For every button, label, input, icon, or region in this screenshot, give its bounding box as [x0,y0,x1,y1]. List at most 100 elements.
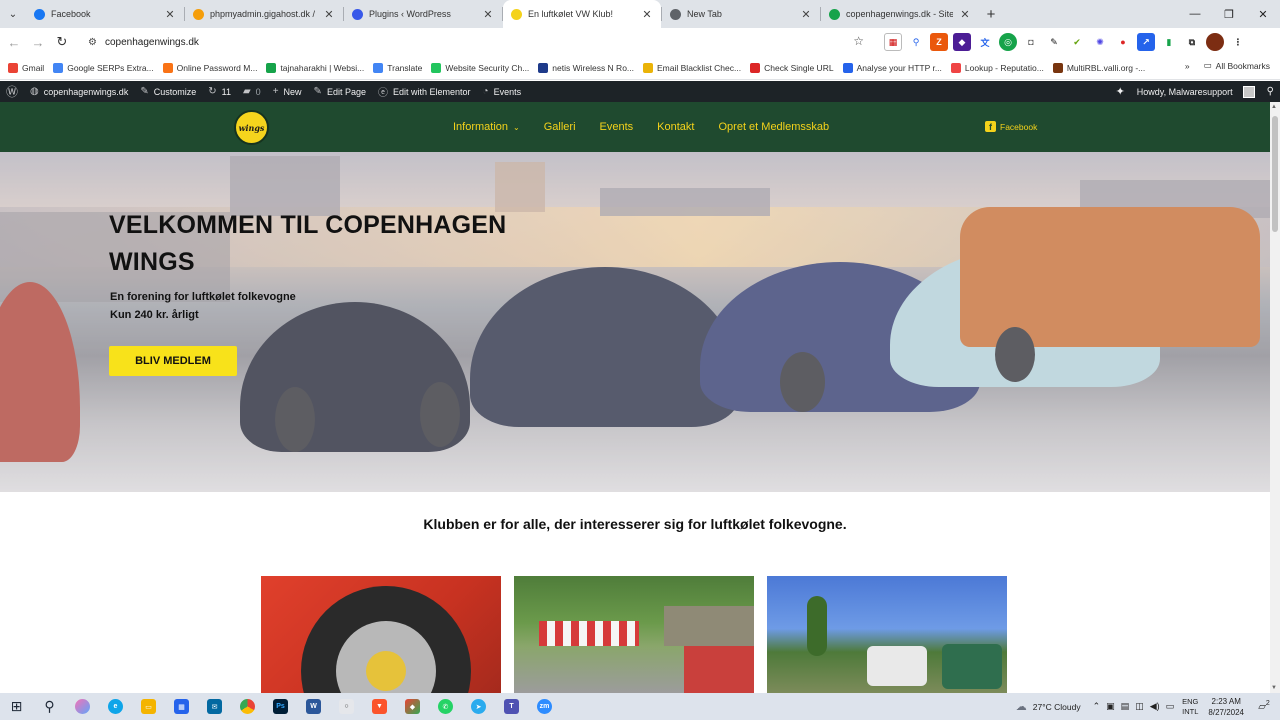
extension-icon[interactable]: ▦ [884,33,902,51]
minimize-button[interactable]: — [1178,0,1212,28]
camera-extension-icon[interactable]: ◘ [1022,33,1040,51]
site-logo[interactable]: wings [234,110,269,145]
profile-avatar[interactable] [1206,33,1224,51]
bookmark-item[interactable]: Gmail [8,62,44,73]
tab-search-button[interactable]: ⌄ [0,0,26,28]
scroll-down-icon[interactable]: ▼ [1271,685,1277,691]
tab-close-icon[interactable]: ✕ [800,8,812,21]
wp-events-link[interactable]: ◔ Events [477,81,528,102]
bookmark-item[interactable]: netis Wireless N Ro... [538,62,634,73]
file-explorer-icon[interactable]: ▭ [132,693,165,720]
wp-customize-link[interactable]: ✎ Customize [134,81,202,102]
browser-tab[interactable]: Facebook ✕ [26,0,184,28]
extension-icon[interactable]: Z [930,33,948,51]
close-window-button[interactable]: ✕ [1246,0,1280,28]
bookmark-item[interactable]: Google SERPs Extra... [53,62,154,73]
page-scrollbar[interactable]: ▲ ▼ [1270,102,1280,693]
edge-icon[interactable]: e [99,693,132,720]
extension-icon[interactable]: ✺ [1091,33,1109,51]
extension-icon[interactable]: ● [1114,33,1132,51]
bookmark-item[interactable]: Analyse your HTTP r... [842,62,942,73]
wp-account-menu[interactable]: Howdy, Malwaresupport [1131,81,1261,102]
forward-button[interactable]: → [26,30,50,54]
bookmark-item[interactable]: Lookup - Reputatio... [950,62,1044,73]
join-button[interactable]: BLIV MEDLEM [109,346,237,376]
tab-close-icon[interactable]: ✕ [164,8,176,21]
clock[interactable]: 2:23 AM 8/27/2024 [1208,696,1244,718]
start-button[interactable]: ⊞ [0,693,33,720]
tray-app-icon[interactable]: ▣ [1106,701,1115,712]
volume-icon[interactable]: ◀) [1150,701,1160,712]
bookmark-item[interactable]: MultiRBL.valli.org -... [1052,62,1145,73]
menu-item-galleri[interactable]: Galleri [544,121,576,133]
gallery-image-meetup[interactable] [767,576,1007,693]
taskbar-search-icon[interactable]: ⚲ [33,693,66,720]
copilot-icon[interactable] [66,693,99,720]
reload-button[interactable]: ↻ [50,30,74,54]
battery-icon[interactable]: ▭ [1166,701,1175,712]
more-bookmarks-chevron-icon[interactable]: » [1185,61,1190,71]
wp-site-link[interactable]: ◍ copenhagenwings.dk [24,81,134,102]
brave-icon[interactable]: ▼ [363,693,396,720]
extension-icon[interactable]: ⚲ [907,33,925,51]
chevron-up-icon[interactable]: ⌃ [1093,701,1101,712]
wp-elementor-link[interactable]: ⓔ Edit with Elementor [372,81,477,102]
facebook-link[interactable]: f Facebook [985,121,1037,132]
extension-icon[interactable]: ↗ [1137,33,1155,51]
translate-extension-icon[interactable]: 文 [976,33,994,51]
chrome-icon[interactable] [231,693,264,720]
mail-icon[interactable]: ✉ [198,693,231,720]
network-icon[interactable]: ◫ [1135,701,1144,712]
extension-icon[interactable]: ◆ [953,33,971,51]
gallery-image-market[interactable] [514,576,754,693]
restore-button[interactable]: ❐ [1212,0,1246,28]
scrollbar-thumb[interactable] [1272,116,1278,232]
menu-item-events[interactable]: Events [600,121,634,133]
bookmark-star-icon[interactable]: ☆ [853,34,864,48]
tab-close-icon[interactable]: ✕ [323,8,335,21]
browser-tab[interactable]: phpmyadmin.gigahost.dk / my: ✕ [185,0,343,28]
app-icon[interactable]: ○ [330,693,363,720]
menu-item-kontakt[interactable]: Kontakt [657,121,694,133]
wp-edit-page-link[interactable]: ✎ Edit Page [308,81,372,102]
bookmark-item[interactable]: Check Single URL [750,62,834,73]
ai-sparkle-icon[interactable]: ✦ [1110,81,1131,102]
language-indicator[interactable]: ENG INTL [1182,697,1198,717]
address-bar[interactable]: ⚙ copenhagenwings.dk ☆ [80,30,870,54]
tab-close-icon[interactable]: ✕ [482,8,494,21]
teams-icon[interactable]: T [495,693,528,720]
bookmark-item[interactable]: Website Security Ch... [431,62,529,73]
bookmark-item[interactable]: Online Password M... [162,62,257,73]
wp-new-link[interactable]: + New [267,81,308,102]
weather-widget[interactable]: ☁ 27°C Cloudy [1016,700,1081,713]
extension-icon[interactable]: ◎ [999,33,1017,51]
browser-tab[interactable]: New Tab ✕ [662,0,820,28]
wordpress-logo-icon[interactable]: Ⓦ [0,81,24,102]
browser-tab[interactable]: Plugins ‹ WordPress ✕ [344,0,502,28]
gallery-image-wheel[interactable] [261,576,501,693]
whatsapp-icon[interactable]: ✆ [429,693,462,720]
back-button[interactable]: ← [2,30,26,54]
photoshop-icon[interactable]: Ps [264,693,297,720]
word-icon[interactable]: W [297,693,330,720]
extensions-puzzle-icon[interactable]: ⧉ [1183,33,1201,51]
tab-close-icon[interactable]: ✕ [641,8,653,21]
extension-icon[interactable]: ✔ [1068,33,1086,51]
bookmark-item[interactable]: Translate [373,62,422,73]
maps-icon[interactable]: ◆ [396,693,429,720]
bookmark-item[interactable]: Email Blacklist Chec... [643,62,741,73]
store-icon[interactable]: ▦ [165,693,198,720]
pen-extension-icon[interactable]: ✎ [1045,33,1063,51]
wp-updates-link[interactable]: ↻ 11 [202,81,237,102]
telegram-icon[interactable]: ➤ [462,693,495,720]
browser-tab[interactable]: copenhagenwings.dk - SiteChe ✕ [821,0,979,28]
all-bookmarks-folder[interactable]: ▭ All Bookmarks [1204,60,1270,71]
scroll-up-icon[interactable]: ▲ [1271,104,1277,110]
tab-close-icon[interactable]: ✕ [959,8,971,21]
menu-item-opret[interactable]: Opret et Medlemsskab [718,121,829,133]
wp-comments-link[interactable]: ▰ 0 [237,81,267,102]
site-info-icon[interactable]: ⚙ [88,37,97,48]
zoom-icon[interactable]: zm [528,693,561,720]
browser-tab[interactable]: En luftkølet VW Klub! ✕ [503,0,661,28]
menu-item-information[interactable]: Information ⌄ [453,121,520,133]
